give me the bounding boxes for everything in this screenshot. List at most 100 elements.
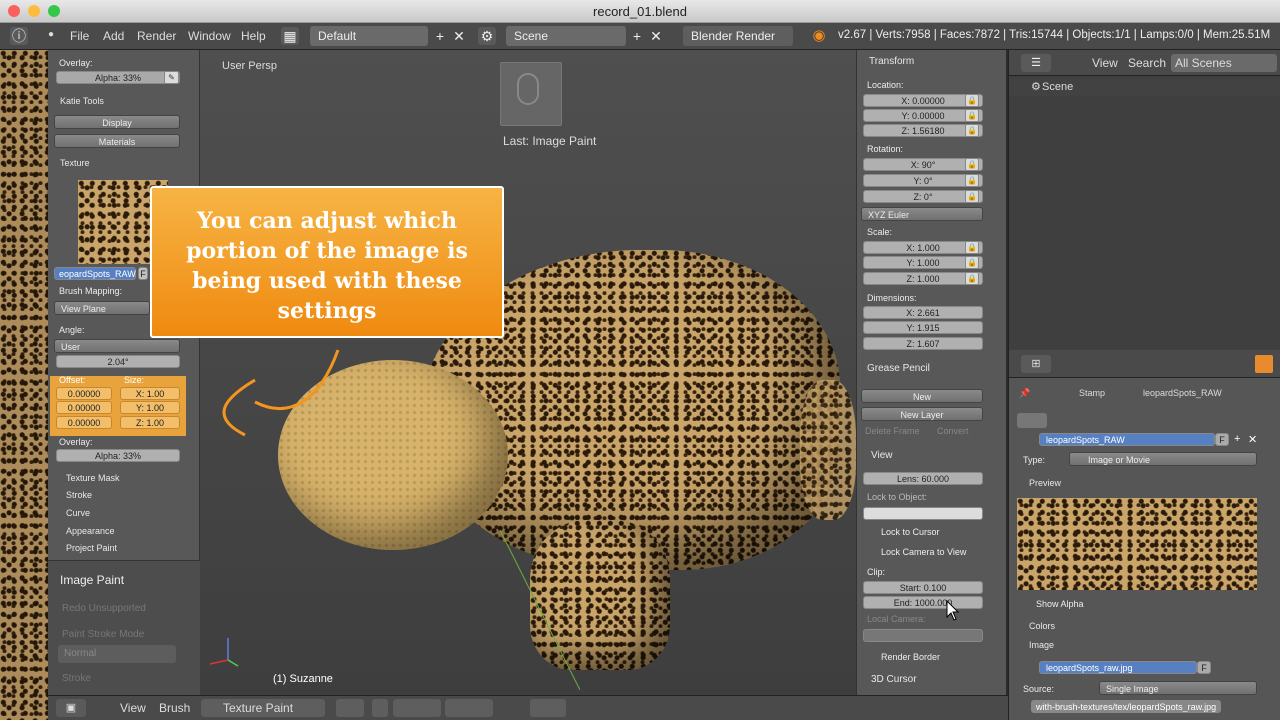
clip-start-field[interactable]: Start: 0.100 <box>863 581 983 594</box>
size-x-field[interactable]: X: 1.00 <box>120 387 180 400</box>
3d-viewport[interactable]: User Persp Last: Image Paint You can adj… <box>150 50 856 695</box>
3d-cursor-header[interactable]: 3D Cursor <box>871 674 917 685</box>
texture-mask-header[interactable]: Texture Mask <box>66 473 120 483</box>
stroke-header[interactable]: Stroke <box>66 490 92 500</box>
image-fake-user-button[interactable]: F <box>1197 661 1211 674</box>
dimension-y[interactable]: Y: 1.915 <box>863 321 983 334</box>
offset-x-field[interactable]: 0.00000 <box>56 387 112 400</box>
pin-icon[interactable]: 📌 <box>1019 388 1030 399</box>
texture-tab-icon[interactable] <box>1255 355 1273 373</box>
zoom-window-icon[interactable] <box>48 5 60 17</box>
size-y-field[interactable]: Y: 1.00 <box>120 401 180 414</box>
image-filepath-field[interactable]: with-brush-textures/tex/leopardSpots_raw… <box>1031 700 1221 713</box>
dimension-z[interactable]: Z: 1.607 <box>863 337 983 350</box>
breadcrumb-texture[interactable]: leopardSpots_RAW <box>1143 388 1222 398</box>
viewport-brush-menu[interactable]: Brush <box>159 701 190 715</box>
dot-icon[interactable]: ● <box>48 29 54 40</box>
lock-icon[interactable]: 🔒 <box>965 174 979 187</box>
outliner-scene-item[interactable]: Scene <box>1042 81 1073 93</box>
menu-add[interactable]: Add <box>103 29 124 43</box>
preview-header[interactable]: Preview <box>1029 478 1061 488</box>
dimension-x[interactable]: X: 2.661 <box>863 306 983 319</box>
lock-icon[interactable]: 🔒 <box>965 124 979 137</box>
brush-mapping-select[interactable]: View Plane <box>54 301 150 315</box>
clip-end-field[interactable]: End: 1000.000 <box>863 596 983 609</box>
angle-mode-select[interactable]: User <box>54 339 180 353</box>
curve-header[interactable]: Curve <box>66 508 90 518</box>
lock-icon[interactable]: 🔒 <box>965 256 979 269</box>
rotation-mode-select[interactable]: XYZ Euler <box>861 207 983 221</box>
lock-icon[interactable]: 🔒 <box>965 94 979 107</box>
layer-buttons-1[interactable] <box>393 699 441 717</box>
scene-field[interactable]: Scene <box>506 26 626 46</box>
show-alpha-checkbox[interactable]: Show Alpha <box>1036 599 1084 609</box>
render-border[interactable]: Render Border <box>881 652 940 662</box>
texture-unlink-button[interactable]: ✕ <box>1248 433 1260 446</box>
lock-icon[interactable]: 🔒 <box>965 109 979 122</box>
menu-window[interactable]: Window <box>188 29 231 43</box>
texture-type-select[interactable]: Image or Movie <box>1069 452 1257 466</box>
size-z-field[interactable]: Z: 1.00 <box>120 416 180 429</box>
viewport-view-menu[interactable]: View <box>120 701 146 715</box>
menu-help[interactable]: Help <box>241 29 266 43</box>
display-button[interactable]: Display <box>54 115 180 129</box>
mode-select[interactable]: Texture Paint <box>201 699 325 717</box>
minimize-window-icon[interactable] <box>28 5 40 17</box>
render-buttons[interactable] <box>530 699 566 717</box>
alpha-field-top[interactable]: Alpha: 33% <box>56 71 180 84</box>
transform-header[interactable]: Transform <box>869 56 914 67</box>
alpha-field-bottom[interactable]: Alpha: 33% <box>56 449 180 462</box>
remove-screen-button[interactable]: ✕ <box>450 27 468 45</box>
gp-new-layer-button[interactable]: New Layer <box>861 407 983 421</box>
view-header[interactable]: View <box>871 450 893 461</box>
shading-select[interactable] <box>336 699 364 717</box>
delete-frame-button[interactable]: Delete Frame <box>865 426 920 436</box>
offset-y-field[interactable]: 0.00000 <box>56 401 112 414</box>
screen-layout-icon[interactable]: ▦ <box>281 27 299 45</box>
scene-icon[interactable]: ⚙ <box>478 27 496 45</box>
lock-icon[interactable]: 🔒 <box>965 190 979 203</box>
colors-header[interactable]: Colors <box>1029 621 1055 631</box>
outliner-editor-icon[interactable]: ☰ <box>1021 54 1051 72</box>
brush-icon-top[interactable]: ✎ <box>164 71 179 84</box>
image-name-field[interactable]: leopardSpots_raw.jpg <box>1039 661 1197 674</box>
outliner-search-menu[interactable]: Search <box>1128 56 1166 70</box>
menu-file[interactable]: File <box>70 29 89 43</box>
lock-camera-to-view[interactable]: Lock Camera to View <box>881 547 966 557</box>
texture-new-button[interactable]: + <box>1234 433 1246 445</box>
project-paint-header[interactable]: Project Paint <box>66 543 117 553</box>
lock-to-cursor[interactable]: Lock to Cursor <box>881 527 940 537</box>
source-select[interactable]: Single Image <box>1099 681 1257 695</box>
texture-name-field[interactable]: leopardSpots_RAW <box>1039 433 1215 446</box>
properties-editor-icon[interactable]: ⊞ <box>1021 355 1051 373</box>
texture-slot-icons[interactable] <box>1017 413 1047 428</box>
angle-value-field[interactable]: 2.04° <box>56 355 180 368</box>
grease-pencil-header[interactable]: Grease Pencil <box>867 363 930 374</box>
stroke-mode-select[interactable]: Normal <box>58 645 176 663</box>
add-screen-button[interactable]: + <box>431 27 449 45</box>
katie-tools-header[interactable]: Katie Tools <box>60 96 104 106</box>
lock-icon[interactable]: 🔒 <box>965 158 979 171</box>
lock-icon[interactable]: 🔒 <box>965 241 979 254</box>
close-window-icon[interactable] <box>8 5 20 17</box>
editor-type-icon[interactable]: ⓘ <box>10 27 28 45</box>
occlude-toggle[interactable] <box>372 699 388 717</box>
menu-render[interactable]: Render <box>137 29 176 43</box>
texture-fake-user-button[interactable]: F <box>1215 433 1229 446</box>
outliner-row[interactable]: ⚙ Scene <box>1009 78 1280 96</box>
layer-buttons-2[interactable] <box>445 699 493 717</box>
texture-name-field[interactable]: eopardSpots_RAW <box>54 267 136 280</box>
materials-button[interactable]: Materials <box>54 134 180 148</box>
texture-fake-user[interactable]: F <box>138 267 148 280</box>
texture-panel-header[interactable]: Texture <box>60 158 90 168</box>
local-camera-field[interactable] <box>863 629 983 642</box>
lens-field[interactable]: Lens: 60.000 <box>863 472 983 485</box>
viewport-editor-icon[interactable]: ▣ <box>56 699 86 717</box>
breadcrumb-stamp[interactable]: Stamp <box>1079 388 1105 398</box>
outliner-filter-select[interactable]: All Scenes <box>1171 54 1277 72</box>
lock-icon[interactable]: 🔒 <box>965 272 979 285</box>
screen-layout-field[interactable]: Default <box>310 26 428 46</box>
render-engine-select[interactable]: Blender Render <box>683 26 793 46</box>
add-scene-button[interactable]: + <box>628 27 646 45</box>
remove-scene-button[interactable]: ✕ <box>647 27 665 45</box>
